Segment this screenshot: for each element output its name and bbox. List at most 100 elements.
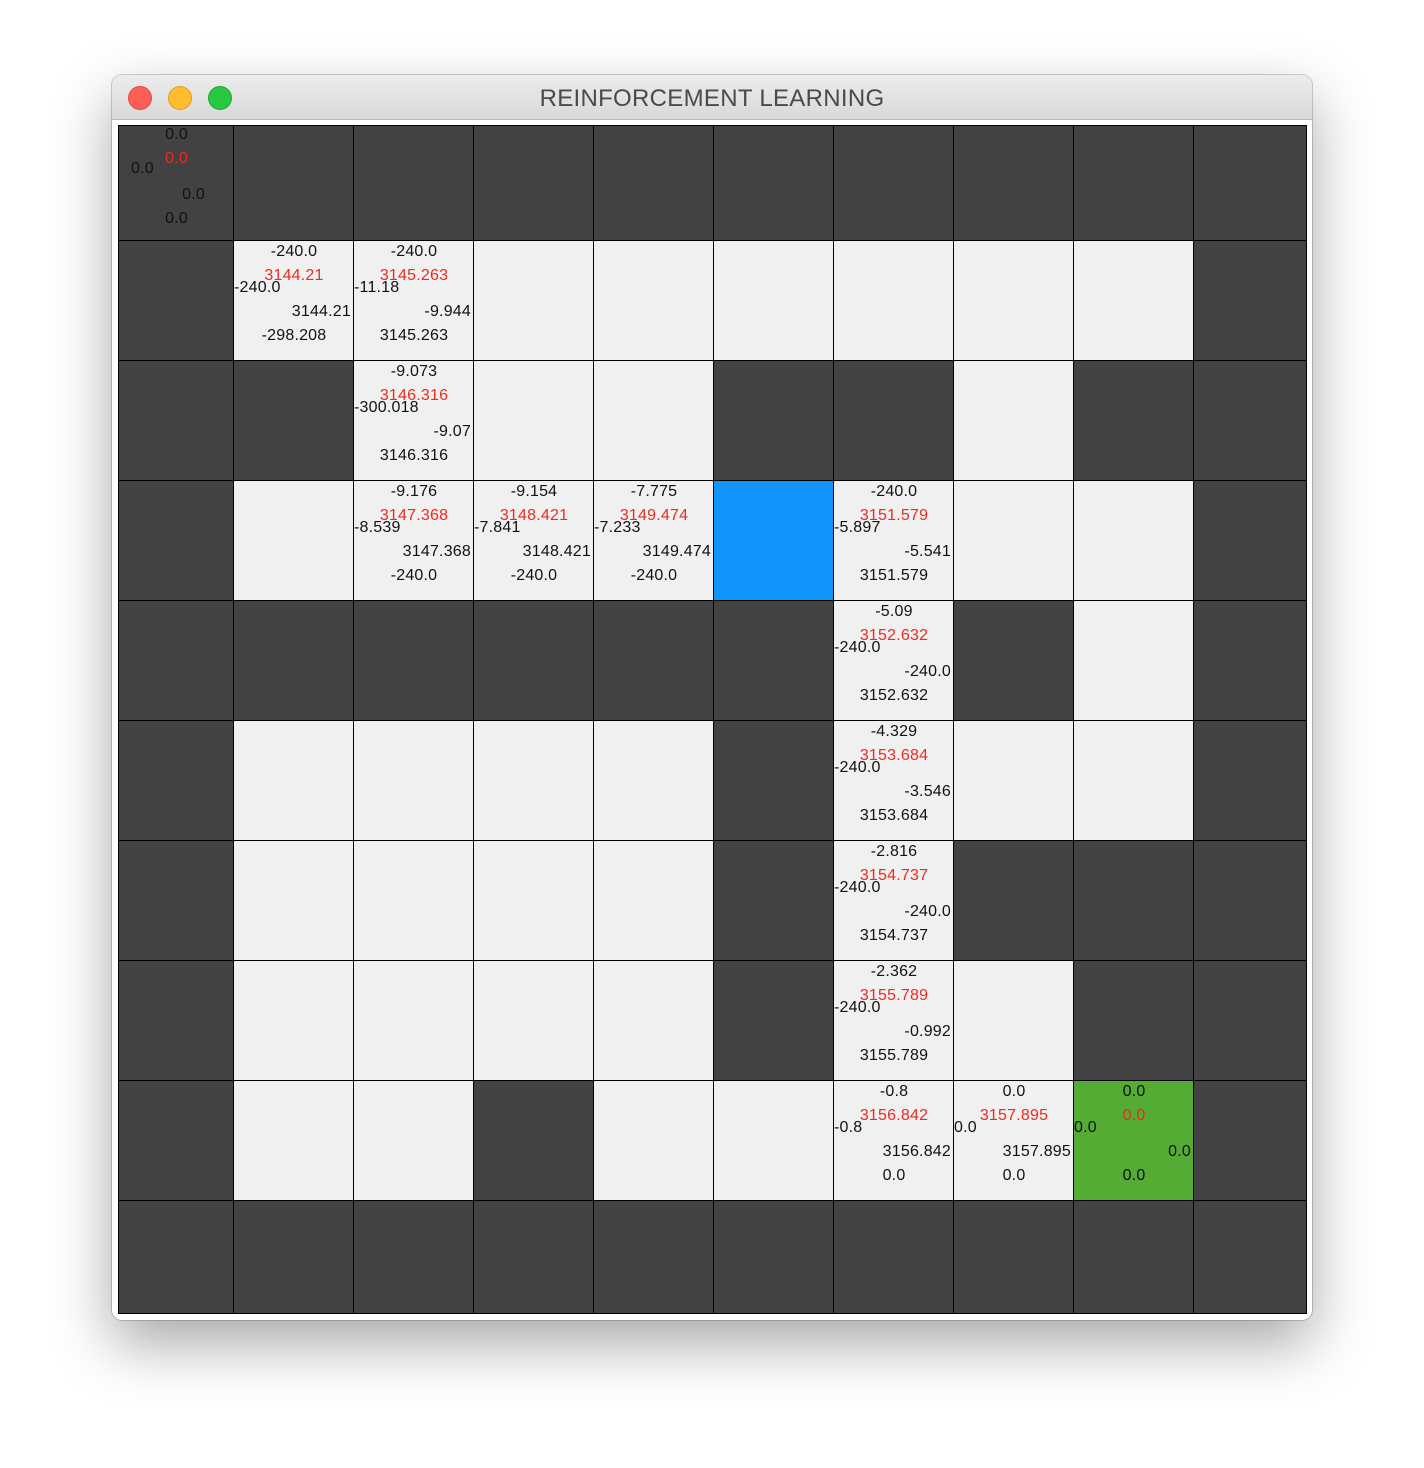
wall-cell: [473, 600, 594, 721]
q-down-label: 0.0: [1122, 1167, 1146, 1184]
wall-cell: [953, 840, 1074, 961]
free-cell: -4.329 3153.684 -240.0 -3.546 3153.684: [833, 720, 954, 841]
wall-cell: [1193, 125, 1307, 241]
wall-cell: [233, 1200, 354, 1314]
free-cell: -240.0 3145.263 -11.18 -9.944 3145.263: [353, 240, 474, 361]
q-up-label: -0.8: [879, 1083, 909, 1100]
free-cell: [473, 960, 594, 1081]
wall-cell: [1193, 480, 1307, 601]
wall-cell: [118, 360, 234, 481]
free-cell: -5.09 3152.632 -240.0 -240.0 3152.632: [833, 600, 954, 721]
free-cell: [233, 960, 354, 1081]
q-down-label: 0.0: [882, 1167, 906, 1184]
wall-cell: [713, 1200, 834, 1314]
wall-cell: [1193, 600, 1307, 721]
wall-cell: [1193, 360, 1307, 481]
q-left-label: -300.018: [354, 399, 419, 416]
q-up-label: -240.0: [390, 243, 438, 260]
free-cell: [713, 240, 834, 361]
q-left-label: -5.897: [834, 519, 881, 536]
free-cell: -9.073 3146.316 -300.018 -9.07 3146.316: [353, 360, 474, 481]
wall-cell: 0.0 0.0 0.0 0.0 0.0: [118, 125, 234, 241]
free-cell: [353, 960, 474, 1081]
wall-cell: [233, 125, 354, 241]
free-cell: [473, 240, 594, 361]
wall-cell: [1193, 840, 1307, 961]
wall-cell: [473, 1200, 594, 1314]
free-cell: [353, 720, 474, 841]
q-down-label: 3145.263: [379, 327, 449, 344]
app-window: REINFORCEMENT LEARNING 0.0 0.0 0.0 0.0 0.0 -2…: [112, 75, 1312, 1320]
q-left-label: 0.0: [954, 1119, 977, 1136]
wall-cell: [118, 1080, 234, 1201]
q-right-label: -240.0: [904, 663, 951, 680]
q-down-label: -240.0: [510, 567, 558, 584]
wall-cell: [1193, 720, 1307, 841]
wall-cell: [713, 360, 834, 481]
free-cell: [1073, 480, 1194, 601]
q-down-label: 3153.684: [859, 807, 929, 824]
free-cell: [953, 240, 1074, 361]
wall-cell: [713, 125, 834, 241]
q-up-label: -2.362: [870, 963, 918, 980]
wall-cell: [713, 720, 834, 841]
q-right-label: 3149.474: [642, 543, 711, 560]
wall-cell: [593, 1200, 714, 1314]
wall-cell: [833, 1200, 954, 1314]
wall-cell: [1073, 840, 1194, 961]
q-right-label: -3.546: [904, 783, 951, 800]
wall-cell: [1193, 1200, 1307, 1314]
free-cell: [593, 360, 714, 481]
wall-cell: [353, 600, 474, 721]
wall-cell: [118, 840, 234, 961]
wall-cell: [1193, 960, 1307, 1081]
wall-cell: [593, 600, 714, 721]
free-cell: [233, 720, 354, 841]
wall-cell: [353, 1200, 474, 1314]
state-value-label: 3156.842: [859, 1107, 929, 1124]
q-up-label: -9.073: [390, 363, 438, 380]
wall-cell: [833, 125, 954, 241]
q-right-label: -5.541: [904, 543, 951, 560]
q-down-label: 3151.579: [859, 567, 929, 584]
free-cell: [1073, 720, 1194, 841]
q-right-label: 3157.895: [1002, 1143, 1071, 1160]
free-cell: 0.0 3157.895 0.0 3157.895 0.0: [953, 1080, 1074, 1201]
q-right-label: -0.992: [904, 1023, 951, 1040]
q-right-label: 3148.421: [522, 543, 591, 560]
q-left-label: 0.0: [131, 160, 154, 177]
window-title: REINFORCEMENT LEARNING: [539, 85, 885, 112]
q-left-label: -7.233: [594, 519, 641, 536]
wall-cell: [353, 125, 474, 241]
wall-cell: [953, 1200, 1074, 1314]
wall-cell: [953, 125, 1074, 241]
q-left-label: -240.0: [834, 639, 881, 656]
agent-cell: [713, 480, 834, 601]
q-down-label: 3154.737: [859, 927, 929, 944]
q-left-label: -240.0: [834, 999, 881, 1016]
q-up-label: -240.0: [870, 483, 918, 500]
free-cell: [593, 240, 714, 361]
free-cell: -0.8 3156.842 -0.8 3156.842 0.0: [833, 1080, 954, 1201]
free-cell: [473, 360, 594, 481]
free-cell: [233, 840, 354, 961]
free-cell: [593, 840, 714, 961]
wall-cell: [118, 240, 234, 361]
free-cell: [353, 1080, 474, 1201]
q-down-label: 3152.632: [859, 687, 929, 704]
q-up-label: 0.0: [165, 126, 188, 143]
wall-cell: [1073, 360, 1194, 481]
free-cell: [593, 720, 714, 841]
wall-cell: [233, 360, 354, 481]
state-value-label: 0.0: [165, 150, 188, 167]
free-cell: [953, 480, 1074, 601]
free-cell: [473, 840, 594, 961]
q-right-label: -9.07: [433, 423, 471, 440]
q-up-label: -4.329: [870, 723, 918, 740]
q-left-label: 0.0: [1074, 1119, 1097, 1136]
q-up-label: -7.775: [630, 483, 678, 500]
wall-cell: [1193, 1080, 1307, 1201]
free-cell: -2.816 3154.737 -240.0 -240.0 3154.737: [833, 840, 954, 961]
free-cell: [233, 1080, 354, 1201]
grid-world-board: 0.0 0.0 0.0 0.0 0.0 -240.0 3144.21 -240.0 3144.2…: [118, 125, 1307, 1314]
